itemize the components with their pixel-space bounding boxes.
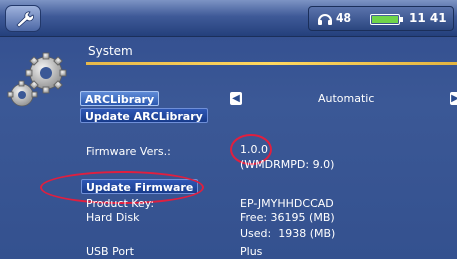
chevron-right-icon: ▶ — [451, 93, 457, 104]
system-settings-panel: System ARCLibrary ◀ Automatic ▶ Update A… — [0, 37, 457, 259]
hard-disk-label: Hard Disk — [86, 211, 140, 224]
title-divider — [86, 62, 457, 65]
headphones-icon — [318, 14, 332, 25]
previous-option-button[interactable]: ◀ — [230, 92, 242, 105]
status-bar: 48 11 41 — [0, 0, 457, 37]
usb-port-value: Plus — [240, 245, 263, 258]
hard-disk-free: Free: 36195 (MB) — [240, 211, 335, 224]
wmdrm-version: (WMDRMPD: 9.0) — [240, 158, 335, 171]
usb-port-label: USB Port — [86, 245, 134, 258]
status-indicators: 48 11 41 — [308, 6, 454, 31]
chevron-left-icon: ◀ — [232, 93, 240, 104]
hard-disk-used: Used: 1938 (MB) — [240, 227, 336, 240]
gears-icon — [7, 52, 67, 107]
volume-level: 48 — [336, 11, 352, 25]
update-arclibrary-button[interactable]: Update ARCLibrary — [80, 108, 208, 123]
next-option-button[interactable]: ▶ — [450, 92, 457, 105]
firmware-version-label: Firmware Vers.: — [86, 145, 171, 158]
section-title: System — [88, 44, 133, 58]
product-key-value: EP-JMYHHDCCAD — [240, 197, 334, 210]
product-key-label: Product Key: — [86, 197, 155, 210]
arclibrary-setting[interactable]: ARCLibrary — [80, 91, 160, 106]
arclibrary-mode-value: Automatic — [318, 92, 375, 105]
battery-icon — [370, 14, 403, 25]
wrench-icon — [16, 11, 34, 28]
clock: 11 41 — [409, 11, 447, 25]
battery-fill — [372, 16, 398, 23]
tools-button[interactable] — [5, 5, 41, 32]
